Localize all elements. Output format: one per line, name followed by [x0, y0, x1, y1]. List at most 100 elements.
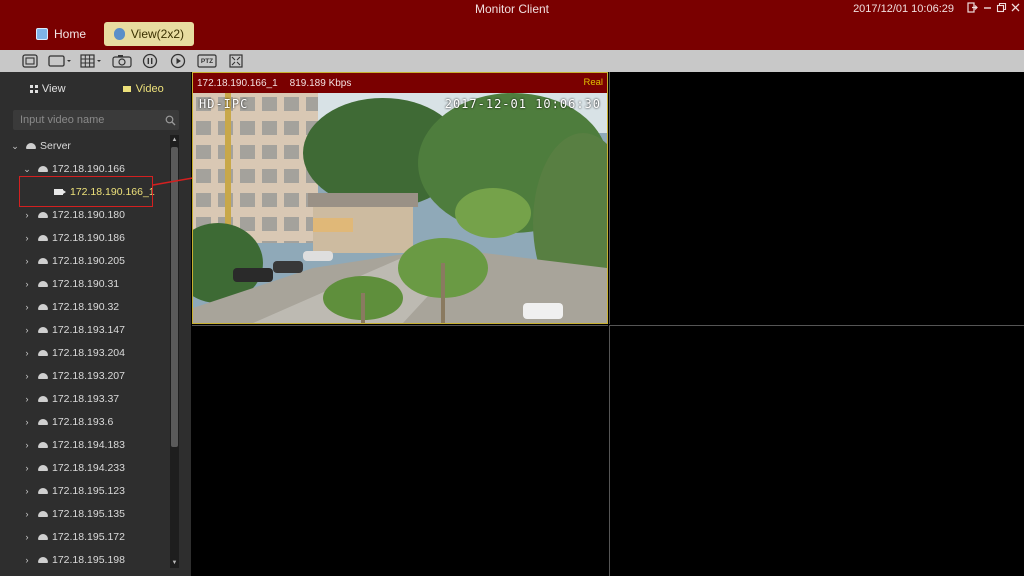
scroll-thumb[interactable]: [171, 147, 178, 447]
chevron-right-icon[interactable]: ›: [22, 348, 32, 358]
tree-device-label: 172.18.194.233: [52, 462, 125, 474]
tree-device[interactable]: › 172.18.193.207: [22, 366, 126, 386]
tree-device-label: 172.18.193.204: [52, 347, 125, 359]
device-icon: [38, 281, 48, 287]
scroll-up-icon[interactable]: ▲: [170, 135, 179, 145]
pane-status: Real: [583, 77, 603, 88]
search-icon[interactable]: [162, 111, 179, 129]
grid-layout-icon[interactable]: [80, 53, 104, 69]
datetime: 2017/12/01 10:06:29: [853, 3, 954, 15]
search-box: [13, 110, 179, 130]
search-input[interactable]: [13, 114, 162, 126]
chevron-down-icon[interactable]: ⌄: [22, 164, 32, 175]
tree-device-label: 172.18.190.32: [52, 301, 120, 313]
sidebar-tab-view[interactable]: View: [0, 83, 96, 95]
video-pane-4[interactable]: [609, 325, 1024, 576]
minimize-icon[interactable]: [981, 2, 993, 14]
tree-device[interactable]: › 172.18.193.147: [22, 320, 126, 340]
close-icon[interactable]: [1009, 2, 1021, 14]
chevron-down-icon[interactable]: ⌄: [10, 141, 20, 152]
tree-device-label: 172.18.190.31: [52, 278, 120, 290]
tree-device[interactable]: › 172.18.195.123: [22, 481, 126, 501]
video-pane-2[interactable]: [609, 72, 1024, 324]
tree-device[interactable]: › 172.18.193.37: [22, 389, 120, 409]
device-icon: [38, 258, 48, 264]
tree-device[interactable]: › 172.18.190.205: [22, 251, 126, 271]
snapshot-icon[interactable]: [112, 53, 132, 69]
device-icon: [38, 304, 48, 310]
video-pane-3[interactable]: [192, 325, 608, 576]
tree-device[interactable]: › 172.18.190.180: [22, 205, 126, 225]
chevron-right-icon[interactable]: ›: [22, 279, 32, 289]
chevron-right-icon[interactable]: ›: [22, 463, 32, 473]
tree-device-label: 172.18.193.147: [52, 324, 125, 336]
server-icon: [26, 143, 36, 149]
tree-device-label: 172.18.195.123: [52, 485, 125, 497]
camera-view-icon: [114, 28, 125, 40]
osd-timestamp: 2017-12-01 10:06:30: [444, 97, 601, 111]
video-feed[interactable]: HD-IPC 2017-12-01 10:06:30: [193, 93, 607, 323]
tree-device[interactable]: › 172.18.190.32: [22, 297, 120, 317]
tree-device[interactable]: › 172.18.190.186: [22, 228, 126, 248]
record-icon[interactable]: [20, 53, 40, 69]
tab-home-label: Home: [53, 27, 86, 41]
pane-bitrate: 819.189 Kbps: [289, 77, 352, 89]
title-bar: Monitor Client 2017/12/01 10:06:29 Home …: [0, 0, 1024, 50]
device-icon: [38, 166, 48, 172]
tree-device-label: 172.18.190.186: [52, 232, 125, 244]
tree-device-label: 172.18.193.6: [52, 416, 114, 428]
tree-device[interactable]: › 172.18.195.198: [22, 550, 126, 570]
chevron-right-icon[interactable]: ›: [22, 440, 32, 450]
device-icon: [38, 442, 48, 448]
tree-device-label: 172.18.195.172: [52, 531, 125, 543]
tab-view-label: View(2x2): [130, 27, 184, 41]
tree-device[interactable]: › 172.18.190.31: [22, 274, 120, 294]
window-layout-icon[interactable]: [48, 53, 72, 69]
device-icon: [38, 235, 48, 241]
toolbar: PTZ: [0, 50, 1024, 72]
chevron-right-icon[interactable]: ›: [22, 417, 32, 427]
tree-device-label: 172.18.195.135: [52, 508, 125, 520]
tab-home[interactable]: Home: [26, 22, 96, 46]
chevron-right-icon[interactable]: ›: [22, 210, 32, 220]
chevron-right-icon[interactable]: ›: [22, 302, 32, 312]
chevron-right-icon[interactable]: ›: [22, 532, 32, 542]
video-pane-1[interactable]: 172.18.190.166_1 819.189 Kbps Real HD-IP…: [192, 72, 608, 324]
chevron-right-icon[interactable]: ›: [22, 233, 32, 243]
tree-device[interactable]: › 172.18.194.183: [22, 435, 126, 455]
chevron-right-icon[interactable]: ›: [22, 509, 32, 519]
pane-camera-name: 172.18.190.166_1: [197, 77, 278, 89]
scroll-down-icon[interactable]: ▼: [170, 558, 179, 568]
tree-device-label: 172.18.194.183: [52, 439, 125, 451]
tree-device[interactable]: › 172.18.195.135: [22, 504, 126, 524]
tree-device-label: 172.18.195.198: [52, 554, 125, 566]
tree-channel-selected[interactable]: 172.18.190.166_1: [54, 182, 155, 202]
ptz-icon[interactable]: PTZ: [196, 53, 218, 69]
scrollbar[interactable]: ▲ ▼: [170, 135, 179, 568]
tree-device[interactable]: › 172.18.195.172: [22, 527, 126, 547]
tree-device[interactable]: › 172.18.193.6: [22, 412, 114, 432]
tree-device-label: 172.18.193.207: [52, 370, 125, 382]
tree-device[interactable]: › 172.18.193.204: [22, 343, 126, 363]
tree-root-server[interactable]: ⌄ Server: [10, 136, 71, 156]
tab-view[interactable]: View(2x2): [104, 22, 194, 46]
chevron-right-icon[interactable]: ›: [22, 371, 32, 381]
chevron-right-icon[interactable]: ›: [22, 325, 32, 335]
fullscreen-icon[interactable]: [226, 53, 246, 69]
tree-device[interactable]: › 172.18.194.233: [22, 458, 126, 478]
chevron-right-icon[interactable]: ›: [22, 394, 32, 404]
tree-device-expanded[interactable]: ⌄ 172.18.190.166: [22, 159, 125, 179]
device-icon: [38, 327, 48, 333]
logout-icon[interactable]: [966, 2, 978, 14]
monitor-icon: [36, 28, 48, 40]
sidebar-tab-video[interactable]: Video: [96, 83, 192, 95]
play-icon[interactable]: [168, 53, 188, 69]
device-icon: [38, 350, 48, 356]
pause-icon[interactable]: [140, 53, 160, 69]
chevron-right-icon[interactable]: ›: [22, 555, 32, 565]
tree-channel-label: 172.18.190.166_1: [70, 186, 155, 198]
tree-device-label: 172.18.190.180: [52, 209, 125, 221]
restore-icon[interactable]: [995, 2, 1007, 14]
chevron-right-icon[interactable]: ›: [22, 256, 32, 266]
chevron-right-icon[interactable]: ›: [22, 486, 32, 496]
